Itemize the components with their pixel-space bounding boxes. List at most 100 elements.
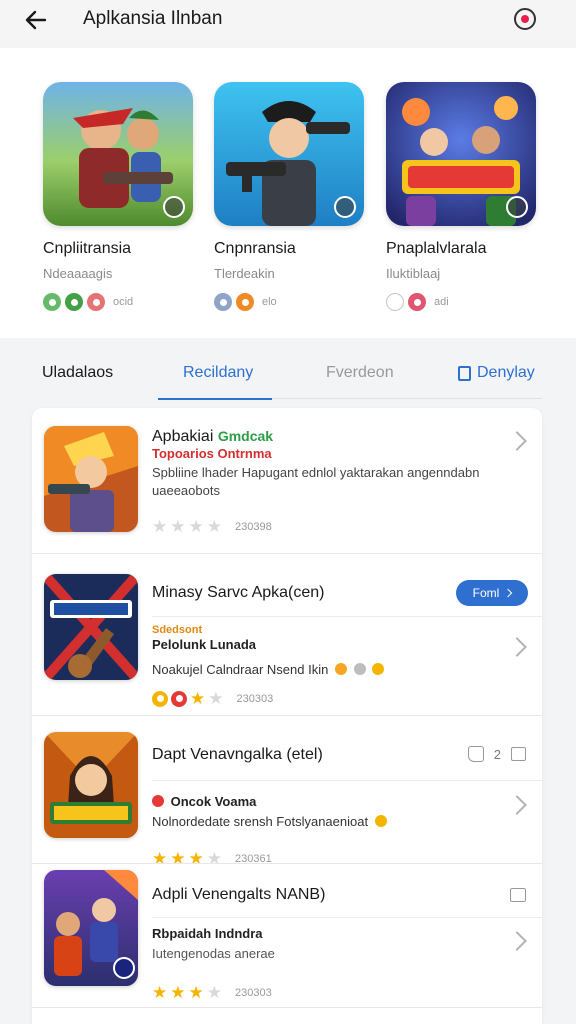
featured-meta-text: ocid — [113, 296, 134, 308]
featured-meta-text: elo — [262, 296, 277, 308]
featured-card[interactable]: Pnaplalvlarala Iluktiblaaj adi — [386, 82, 536, 311]
record-button[interactable] — [514, 8, 536, 30]
tab-divider — [272, 398, 542, 399]
list-item[interactable]: Minasy Sarvc Apka(cen) Foml Sdedsont Pel… — [32, 554, 542, 716]
check-icon — [386, 293, 404, 311]
tab-label: Denylay — [477, 364, 535, 381]
app-title: Adpli Venengalts NANB) — [152, 886, 326, 903]
featured-card[interactable]: Cnpliitransia Ndeaaaagis ocid — [43, 82, 193, 311]
app-description: Nolnordedate srensh Fotslyanaenioat — [152, 814, 387, 829]
app-tag: Sdedsont — [152, 624, 203, 636]
clipboard-icon — [458, 365, 471, 381]
app-description: Noakujel Calndraar Nsend Ikin — [152, 662, 385, 677]
featured-subtitle: Iluktiblaaj — [386, 266, 441, 281]
featured-name: Cnpnransia — [214, 240, 296, 257]
arrow-left-icon — [25, 10, 47, 30]
chevron-right-icon[interactable] — [507, 795, 527, 815]
app-title-accent: Gmdcak — [217, 428, 274, 444]
heart-icon — [87, 293, 105, 311]
star-icon: ★ — [170, 517, 186, 536]
featured-meta-text: adi — [434, 296, 449, 308]
featured-subtitle: Ndeaaaagis — [43, 266, 113, 281]
list-item[interactable]: Adpli Venengalts NANB) Rbpaidah Indndra … — [32, 864, 542, 1014]
comment-icon[interactable] — [511, 747, 526, 761]
app-title-text: Apbakiai — [152, 428, 214, 445]
star-icon: ★ — [188, 983, 204, 1002]
star-icon: ★ — [152, 983, 168, 1002]
star-icon: ★ — [170, 983, 186, 1002]
star-icon: ★ — [190, 689, 206, 708]
featured-name: Pnaplalvlarala — [386, 240, 487, 257]
back-button[interactable] — [20, 4, 52, 36]
divider — [152, 917, 542, 918]
rating-count: 230303 — [235, 986, 272, 999]
chevron-right-icon[interactable] — [507, 637, 527, 657]
page-title: Aplkansia Ilnban — [83, 8, 223, 29]
smile-icon — [374, 815, 387, 827]
tab-fverdeon[interactable]: Fverdeon — [326, 364, 394, 382]
app-subtitle-text: Oncok Voama — [170, 794, 257, 809]
app-icon — [44, 732, 138, 838]
app-subtitle: Rbpaidah Indndra — [152, 926, 263, 941]
app-icon — [44, 574, 138, 680]
app-list: Apbakiai Gmdcak Topoarios Ontrnma Spblii… — [32, 408, 542, 1024]
divider — [152, 616, 542, 617]
star-icon: ★ — [208, 689, 224, 708]
game-artwork — [214, 82, 364, 226]
app-icon — [44, 426, 138, 532]
list-item[interactable]: Dapt Venavngalka (etel) 2 Oncok Voama No… — [32, 716, 542, 867]
app-subtitle: Oncok Voama — [152, 794, 256, 809]
record-icon — [521, 15, 529, 23]
divider — [32, 1007, 542, 1008]
follow-button[interactable]: Foml — [456, 580, 528, 606]
smile-icon — [372, 663, 385, 675]
app-description: Spbliine lhader Hapugant ednlol yaktarak… — [152, 465, 480, 498]
record-icon — [152, 795, 164, 807]
active-tab-indicator — [158, 398, 272, 400]
shield-icon — [214, 293, 232, 311]
tab-uladalaos[interactable]: Uladalaos — [42, 364, 113, 382]
featured-section: Cnpliitransia Ndeaaaagis ocid Cnpnransia — [0, 48, 576, 338]
thumbs-up-icon[interactable] — [467, 746, 484, 762]
tab-recildany[interactable]: Recildany — [183, 364, 253, 382]
featured-name: Cnpliitransia — [43, 240, 132, 257]
featured-meta: ocid — [43, 293, 193, 311]
featured-meta: elo — [214, 293, 364, 311]
list-item[interactable]: Apbakiai Gmdcak Topoarios Ontrnma Spblii… — [32, 408, 542, 554]
featured-card[interactable]: Cnpnransia Tlerdeakin elo — [214, 82, 364, 311]
app-tag: Topoarios Ontrnma — [152, 446, 272, 461]
app-description-text: Noakujel Calndraar Nsend Ikin — [152, 662, 329, 677]
eye-icon — [353, 663, 366, 675]
tab-denylay[interactable]: Denylay — [458, 364, 535, 382]
fire-icon — [236, 293, 254, 311]
check-icon — [65, 293, 83, 311]
app-title: Dapt Venavngalka (etel) — [152, 746, 323, 763]
rating-count: 230398 — [235, 520, 272, 533]
play-badge-icon — [334, 196, 356, 218]
app-icon — [44, 870, 138, 986]
app-title: Minasy Sarvc Apka(cen) — [152, 584, 325, 601]
image-icon[interactable] — [510, 888, 526, 902]
rating-stars: ★ ★ 230303 — [152, 690, 273, 707]
heart-icon — [408, 293, 426, 311]
divider — [152, 780, 542, 781]
star-icon: ★ — [152, 517, 168, 536]
app-description-text: Nolnordedate srensh Fotslyanaenioat — [152, 814, 369, 829]
rating-stars: ★ ★ ★ ★ 230303 — [152, 984, 272, 1001]
game-artwork — [43, 82, 193, 226]
leaf-icon — [43, 293, 61, 311]
play-badge-icon — [163, 196, 185, 218]
featured-meta: adi — [386, 293, 536, 311]
rating-stars: ★ ★ ★ ★ 230398 — [152, 518, 272, 535]
chevron-right-icon[interactable] — [507, 431, 527, 451]
chevron-right-icon — [504, 588, 513, 598]
chevron-right-icon[interactable] — [507, 931, 527, 951]
play-badge-icon — [506, 196, 528, 218]
fire-icon — [334, 663, 347, 675]
record-icon — [171, 690, 187, 707]
app-subtitle: Pelolunk Lunada — [152, 637, 257, 652]
follow-button-label: Foml — [472, 586, 500, 600]
reaction-row: 2 — [467, 746, 526, 762]
app-description: Iutengenodas anerae — [152, 946, 275, 961]
star-icon: ★ — [206, 517, 222, 536]
